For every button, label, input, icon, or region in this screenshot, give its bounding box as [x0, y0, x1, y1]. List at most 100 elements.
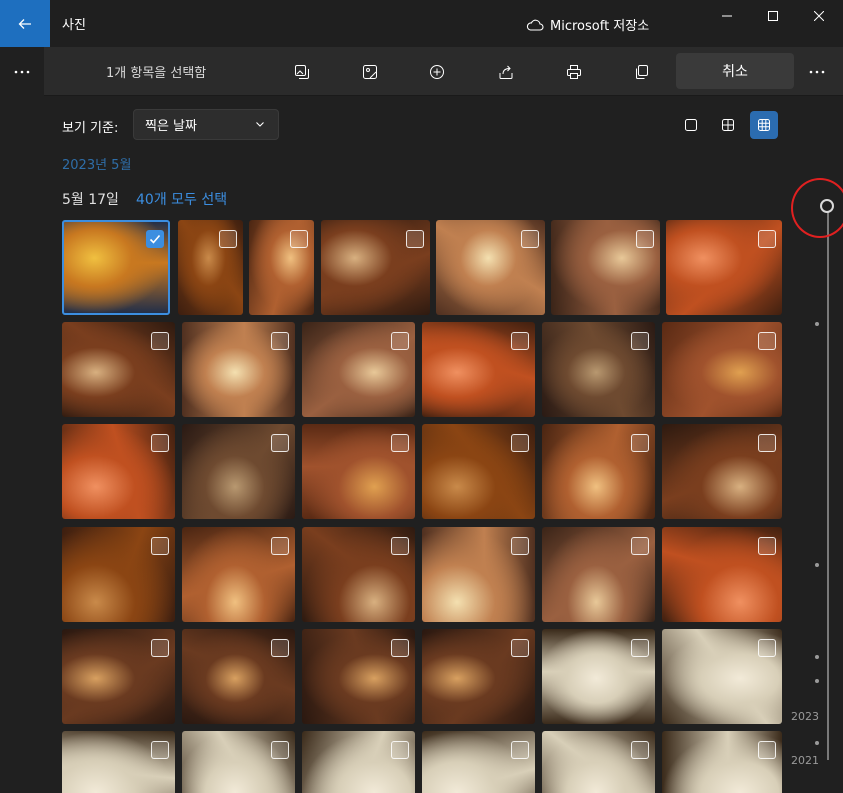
- photo-thumbnail[interactable]: [422, 527, 535, 622]
- photo-select-checkbox[interactable]: [631, 537, 649, 555]
- photo-select-checkbox[interactable]: [521, 230, 539, 248]
- grid-2x2-icon: [722, 119, 734, 131]
- back-button[interactable]: [0, 0, 50, 47]
- photo-thumbnail[interactable]: [662, 322, 782, 417]
- photo-thumbnail[interactable]: [62, 322, 175, 417]
- photo-select-checkbox[interactable]: [511, 639, 529, 657]
- photo-select-checkbox[interactable]: [758, 639, 776, 657]
- sort-by-dropdown[interactable]: 찍은 날짜: [133, 109, 279, 140]
- photo-select-checkbox[interactable]: [631, 639, 649, 657]
- view-by-label: 보기 기준:: [62, 121, 119, 136]
- photo-select-checkbox[interactable]: [631, 741, 649, 759]
- photo-thumbnail[interactable]: [542, 424, 655, 519]
- photo-select-checkbox[interactable]: [511, 741, 529, 759]
- edit-image-button[interactable]: [357, 59, 383, 85]
- photo-select-checkbox[interactable]: [271, 639, 289, 657]
- photo-thumbnail[interactable]: [662, 424, 782, 519]
- photo-thumbnail[interactable]: [182, 527, 295, 622]
- selection-count: 1개 항목을 선택함: [106, 66, 207, 81]
- photo-thumbnail[interactable]: [662, 629, 782, 724]
- print-button[interactable]: [561, 59, 587, 85]
- photo-thumbnail[interactable]: [662, 527, 782, 622]
- photo-select-checkbox[interactable]: [151, 639, 169, 657]
- cloud-icon: [526, 19, 544, 31]
- cancel-selection-button[interactable]: 취소: [676, 53, 794, 89]
- photo-select-checkbox[interactable]: [290, 230, 308, 248]
- photo-thumbnail[interactable]: [542, 731, 655, 793]
- medium-tiles-view-button[interactable]: [714, 111, 742, 139]
- photo-select-checkbox[interactable]: [391, 434, 409, 452]
- photo-select-checkbox[interactable]: [758, 230, 776, 248]
- photo-select-checkbox[interactable]: [391, 332, 409, 350]
- photo-select-checkbox[interactable]: [391, 639, 409, 657]
- photo-select-checkbox[interactable]: [758, 537, 776, 555]
- photo-thumbnail[interactable]: [302, 527, 415, 622]
- photo-thumbnail[interactable]: [62, 731, 175, 793]
- small-tiles-view-button[interactable]: [750, 111, 778, 139]
- photo-thumbnail[interactable]: [302, 629, 415, 724]
- photo-select-checkbox[interactable]: [151, 741, 169, 759]
- copy-to-clipboard-button[interactable]: [289, 59, 315, 85]
- select-all-link[interactable]: 40개 모두 선택: [136, 189, 227, 209]
- photo-select-checkbox[interactable]: [406, 230, 424, 248]
- photo-thumbnail[interactable]: [62, 527, 175, 622]
- photo-thumbnail[interactable]: [182, 629, 295, 724]
- maximize-button[interactable]: [750, 0, 796, 32]
- photo-thumbnail[interactable]: [436, 220, 545, 315]
- photo-select-checkbox[interactable]: [631, 434, 649, 452]
- photo-thumbnail[interactable]: [422, 629, 535, 724]
- photo-select-checkbox[interactable]: [511, 537, 529, 555]
- large-tiles-view-button[interactable]: [677, 111, 705, 139]
- photo-select-checkbox[interactable]: [219, 230, 237, 248]
- photo-select-checkbox[interactable]: [511, 434, 529, 452]
- photo-thumbnail[interactable]: [422, 731, 535, 793]
- copy-button[interactable]: [629, 59, 655, 85]
- photo-thumbnail[interactable]: [662, 731, 782, 793]
- photo-select-checkbox[interactable]: [146, 230, 164, 248]
- sidebar-menu-button[interactable]: [0, 47, 44, 96]
- photo-select-checkbox[interactable]: [636, 230, 654, 248]
- photo-thumbnail[interactable]: [422, 322, 535, 417]
- timeline-scrubber-track[interactable]: [827, 200, 829, 760]
- photo-thumbnail[interactable]: [666, 220, 782, 315]
- photo-thumbnail[interactable]: [62, 424, 175, 519]
- photo-select-checkbox[interactable]: [631, 332, 649, 350]
- photo-select-checkbox[interactable]: [511, 332, 529, 350]
- photo-thumbnail[interactable]: [62, 220, 170, 315]
- photo-thumbnail[interactable]: [302, 731, 415, 793]
- month-header: 2023년 5월: [62, 158, 132, 173]
- photo-thumbnail[interactable]: [62, 629, 175, 724]
- photo-thumbnail[interactable]: [182, 424, 295, 519]
- photo-select-checkbox[interactable]: [151, 332, 169, 350]
- photo-thumbnail[interactable]: [542, 527, 655, 622]
- add-to-album-button[interactable]: [424, 59, 450, 85]
- photo-thumbnail[interactable]: [542, 322, 655, 417]
- photo-thumbnail[interactable]: [302, 424, 415, 519]
- more-options-button[interactable]: [800, 59, 834, 85]
- photo-select-checkbox[interactable]: [271, 434, 289, 452]
- photo-select-checkbox[interactable]: [391, 741, 409, 759]
- close-button[interactable]: [796, 0, 842, 32]
- photo-thumbnail[interactable]: [249, 220, 314, 315]
- photo-thumbnail[interactable]: [321, 220, 430, 315]
- photo-select-checkbox[interactable]: [391, 537, 409, 555]
- photo-select-checkbox[interactable]: [758, 434, 776, 452]
- photo-select-checkbox[interactable]: [151, 434, 169, 452]
- photo-thumbnail[interactable]: [542, 629, 655, 724]
- photo-select-checkbox[interactable]: [271, 332, 289, 350]
- photo-select-checkbox[interactable]: [271, 741, 289, 759]
- photo-thumbnail[interactable]: [551, 220, 660, 315]
- photo-thumbnail[interactable]: [422, 424, 535, 519]
- photo-select-checkbox[interactable]: [758, 741, 776, 759]
- minimize-button[interactable]: [704, 0, 750, 32]
- photo-select-checkbox[interactable]: [151, 537, 169, 555]
- photo-thumbnail[interactable]: [302, 322, 415, 417]
- title-bar: 사진 Microsoft 저장소: [0, 0, 843, 47]
- cloud-storage-status[interactable]: Microsoft 저장소: [526, 15, 649, 34]
- share-button[interactable]: [493, 59, 519, 85]
- photo-thumbnail[interactable]: [182, 322, 295, 417]
- photo-thumbnail[interactable]: [178, 220, 243, 315]
- photo-select-checkbox[interactable]: [271, 537, 289, 555]
- photo-thumbnail[interactable]: [182, 731, 295, 793]
- photo-select-checkbox[interactable]: [758, 332, 776, 350]
